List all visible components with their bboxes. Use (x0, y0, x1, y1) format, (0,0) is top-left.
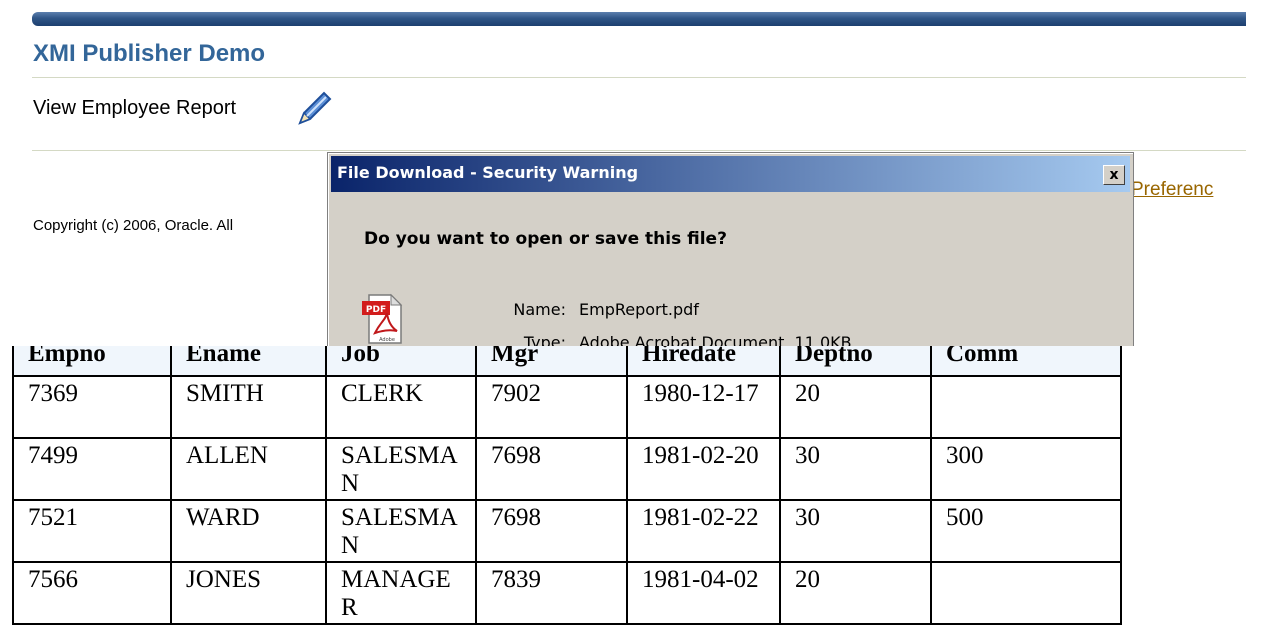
table-cell: 20 (779, 375, 932, 439)
column-header: Deptno (779, 346, 932, 377)
table-cell: 7499 (12, 437, 172, 501)
table-cell: 30 (779, 437, 932, 501)
table-row: 7566 JONES MANAGER 7839 1981-04-02 20 (12, 561, 1122, 625)
content-divider (32, 150, 1246, 151)
column-header: Ename (170, 346, 327, 377)
title-divider (32, 77, 1246, 78)
employee-table: Empno Ename Job Mgr Hiredate Deptno Comm… (12, 346, 1122, 625)
table-cell: 7369 (12, 375, 172, 439)
table-cell: 1981-04-02 (626, 561, 781, 625)
table-cell: 7698 (475, 499, 628, 563)
table-cell: 7566 (12, 561, 172, 625)
preferences-link[interactable]: Preferenc (1131, 179, 1213, 201)
table-cell: SMITH (170, 375, 327, 439)
table-cell: 1980-12-17 (626, 375, 781, 439)
table-row: 7521 WARD SALESMAN 7698 1981-02-22 30 50… (12, 499, 1122, 563)
copyright-text: Copyright (c) 2006, Oracle. All (33, 217, 234, 234)
table-cell: SALESMAN (325, 437, 477, 501)
table-cell: 500 (930, 499, 1122, 563)
table-cell: 1981-02-22 (626, 499, 781, 563)
table-cell (930, 561, 1122, 625)
table-cell: 7839 (475, 561, 628, 625)
pdf-caption-text: Adobe (379, 337, 395, 343)
column-header: Hiredate (626, 346, 781, 377)
table-cell: JONES (170, 561, 327, 625)
table-cell: CLERK (325, 375, 477, 439)
dialog-question: Do you want to open or save this file? (364, 229, 727, 249)
name-label: Name: (513, 300, 566, 319)
header-bar (32, 12, 1246, 26)
table-row: 7499 ALLEN SALESMAN 7698 1981-02-20 30 3… (12, 437, 1122, 501)
table-cell: 20 (779, 561, 932, 625)
employee-report: Empno Ename Job Mgr Hiredate Deptno Comm… (6, 346, 1276, 642)
close-icon[interactable]: x (1103, 165, 1125, 185)
column-header: Comm (930, 346, 1122, 377)
table-cell: 7521 (12, 499, 172, 563)
table-cell: 7902 (475, 375, 628, 439)
table-cell: 300 (930, 437, 1122, 501)
table-cell: 7698 (475, 437, 628, 501)
table-cell: WARD (170, 499, 327, 563)
column-header: Job (325, 346, 477, 377)
pdf-badge-text: PDF (366, 305, 386, 315)
table-row: 7369 SMITH CLERK 7902 1980-12-17 20 (12, 375, 1122, 439)
table-cell: 1981-02-20 (626, 437, 781, 501)
pdf-file-icon: PDF Adobe (362, 293, 403, 344)
table-cell: 30 (779, 499, 932, 563)
pencil-icon[interactable] (294, 89, 334, 129)
column-header: Mgr (475, 346, 628, 377)
page-title: XMI Publisher Demo (33, 40, 266, 67)
column-header: Empno (12, 346, 172, 377)
table-cell (930, 375, 1122, 439)
table-header-row: Empno Ename Job Mgr Hiredate Deptno Comm (12, 346, 1122, 377)
table-cell: SALESMAN (325, 499, 477, 563)
table-cell: MANAGER (325, 561, 477, 625)
view-employee-report-link[interactable]: View Employee Report (33, 97, 236, 120)
dialog-title: File Download - Security Warning (337, 163, 639, 182)
file-name-value: EmpReport.pdf (579, 300, 699, 319)
dialog-titlebar[interactable]: File Download - Security Warning x (331, 156, 1130, 192)
table-cell: ALLEN (170, 437, 327, 501)
file-download-dialog: File Download - Security Warning x Do yo… (327, 152, 1134, 368)
